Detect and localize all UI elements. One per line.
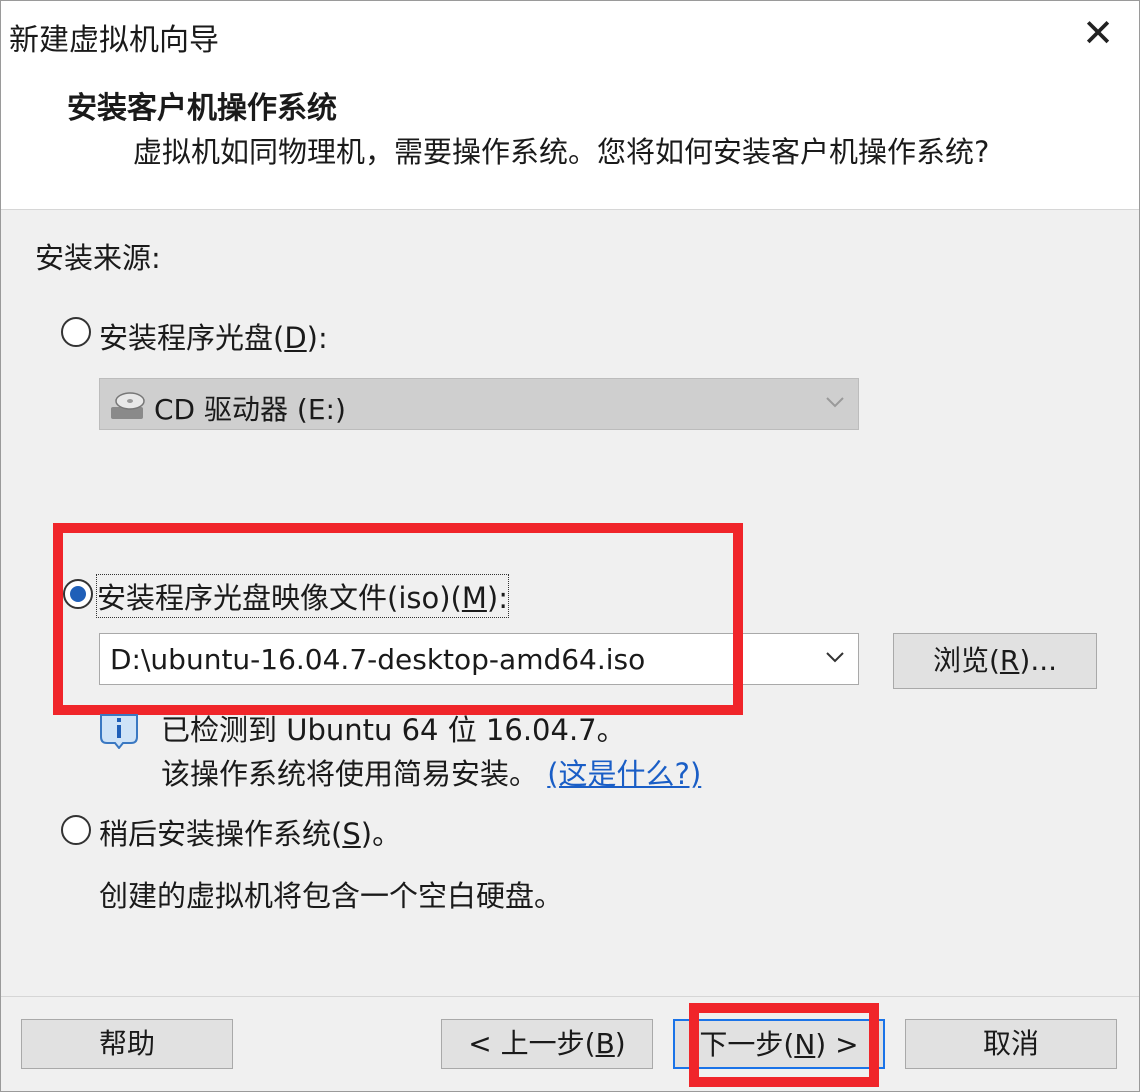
disc-drive-select[interactable]: CD 驱动器 (E:) <box>99 378 859 430</box>
window-title: 新建虚拟机向导 <box>9 23 219 58</box>
browse-button[interactable]: 浏览(R)... <box>893 633 1097 689</box>
cd-drive-icon <box>111 392 145 419</box>
cancel-button[interactable]: 取消 <box>905 1019 1117 1069</box>
detection-line-2: 该操作系统将使用简易安装。 (这是什么?) <box>161 757 702 791</box>
info-icon <box>100 714 138 749</box>
close-icon[interactable]: ✕ <box>1077 11 1119 55</box>
install-later-note: 创建的虚拟机将包含一个空白硬盘。 <box>99 879 564 913</box>
install-source-label: 安装来源: <box>35 241 161 275</box>
disc-drive-value: CD 驱动器 (E:) <box>154 393 346 426</box>
chevron-down-icon <box>826 652 844 663</box>
back-button[interactable]: < 上一步(B) <box>441 1019 653 1069</box>
chevron-down-icon <box>826 397 844 408</box>
highlight-box-next <box>689 1003 879 1087</box>
highlight-box-iso <box>53 523 743 715</box>
detection-line-1: 已检测到 Ubuntu 64 位 16.04.7。 <box>161 713 626 747</box>
wizard-header: 安装客户机操作系统 虚拟机如同物理机，需要操作系统。您将如何安装客户机操作系统? <box>1 67 1139 210</box>
page-title: 安装客户机操作系统 <box>67 91 337 126</box>
help-button[interactable]: 帮助 <box>21 1019 233 1069</box>
radio-install-disc[interactable] <box>61 317 91 347</box>
whats-this-link[interactable]: (这是什么?) <box>547 757 701 791</box>
page-subtitle: 虚拟机如同物理机，需要操作系统。您将如何安装客户机操作系统? <box>133 135 990 169</box>
title-bar: 新建虚拟机向导 ✕ <box>1 1 1139 67</box>
install-disc-label[interactable]: 安装程序光盘(D): <box>99 315 328 357</box>
dialog-window: 新建虚拟机向导 ✕ 安装客户机操作系统 虚拟机如同物理机，需要操作系统。您将如何… <box>0 0 1140 1092</box>
install-later-label[interactable]: 稍后安装操作系统(S)。 <box>99 811 401 853</box>
radio-install-later[interactable] <box>61 815 91 845</box>
footer-divider <box>1 996 1139 997</box>
